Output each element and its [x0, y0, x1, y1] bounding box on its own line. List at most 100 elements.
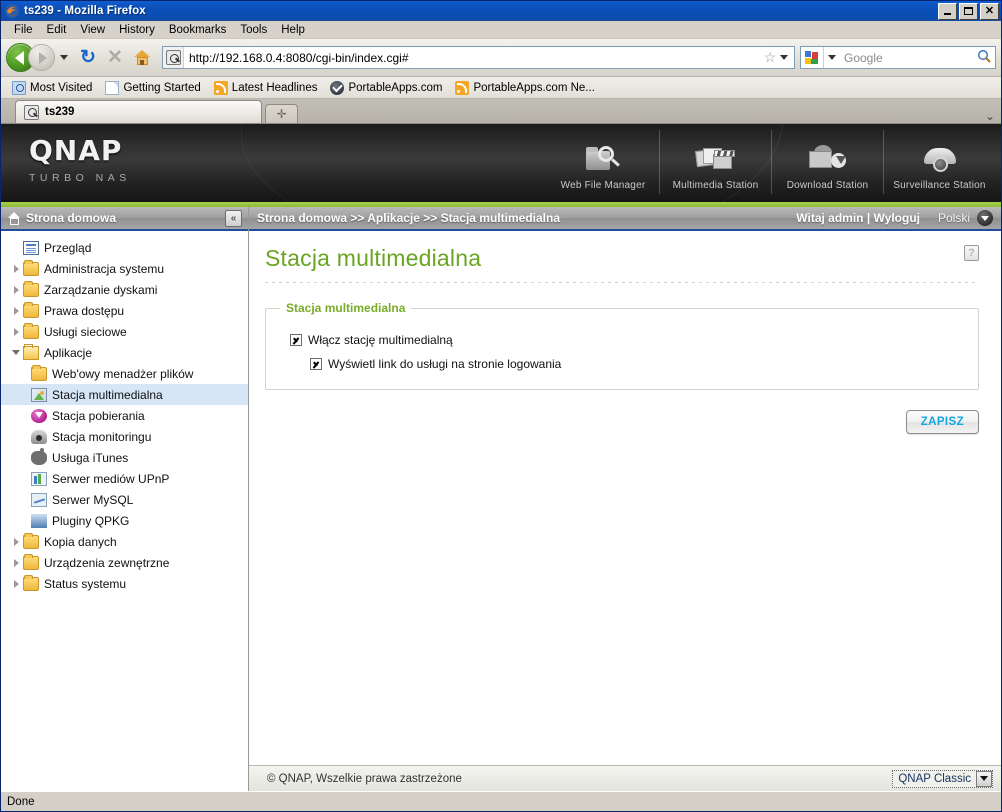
breadcrumb: Strona domowa >> Aplikacje >> Stacja mul… [257, 211, 560, 225]
language-dropdown-icon[interactable] [977, 210, 993, 226]
twisty-closed-icon[interactable] [9, 327, 23, 336]
bookmark-most-visited[interactable]: Most Visited [7, 80, 97, 96]
menu-help[interactable]: Help [274, 23, 312, 37]
sidebar-item-zarzadzanie-dyskami[interactable]: Zarządzanie dyskami [1, 279, 248, 300]
minimize-button[interactable] [938, 2, 957, 20]
page-title: Stacja multimedialna [265, 245, 482, 271]
sidebar-item-label: Urządzenia zewnętrzne [44, 555, 170, 570]
sidebar-item-urzadzenia-zewnetrzne[interactable]: Urządzenia zewnętrzne [1, 552, 248, 573]
sidebar-item-label: Status systemu [44, 576, 127, 591]
twisty-closed-icon[interactable] [9, 579, 23, 588]
search-bar[interactable]: Google [800, 46, 996, 69]
sidebar-header-label: Strona domowa [26, 211, 117, 225]
sidebar-item-serwer-mysql[interactable]: Serwer MySQL [1, 489, 248, 510]
home-button[interactable] [129, 45, 155, 71]
sidebar-item-przeglad[interactable]: Przegląd [1, 237, 248, 258]
bookmark-portableapps-news[interactable]: PortableApps.com Ne... [450, 80, 599, 96]
folder-icon [23, 322, 39, 339]
new-tab-button[interactable]: ✛ [265, 104, 298, 123]
history-dropdown-icon[interactable] [60, 55, 68, 60]
checkbox-icon[interactable] [290, 334, 302, 346]
checkbox-icon[interactable] [310, 358, 322, 370]
sidebar-collapse-button[interactable]: « [225, 209, 242, 227]
twisty-closed-icon[interactable] [9, 306, 23, 315]
theme-select[interactable]: QNAP Classic [892, 769, 993, 788]
menu-history[interactable]: History [112, 23, 162, 37]
bookmark-latest-headlines[interactable]: Latest Headlines [209, 80, 323, 96]
site-identity-icon[interactable] [163, 47, 184, 68]
search-input[interactable]: Google [840, 51, 973, 65]
twisty-closed-icon[interactable] [9, 285, 23, 294]
qpkg-icon [31, 513, 47, 528]
save-button[interactable]: ZAPISZ [905, 410, 979, 434]
window-controls: ✕ [938, 2, 999, 20]
banner-link-label: Surveillance Station [893, 180, 986, 191]
sidebar-item-label: Prawa dostępu [44, 303, 125, 318]
sidebar-item-prawa-dostepu[interactable]: Prawa dostępu [1, 300, 248, 321]
page-icon [105, 80, 120, 95]
checkbox-enable-multimedia-station[interactable]: Włącz stację multimedialną [290, 333, 964, 347]
home-icon [133, 50, 151, 65]
menu-file[interactable]: File [7, 23, 40, 37]
sidebar-item-label: Usługa iTunes [52, 450, 129, 465]
sidebar-item-stacja-monitoringu[interactable]: Stacja monitoringu [1, 426, 248, 447]
twisty-open-icon[interactable] [9, 350, 23, 355]
action-row: ZAPISZ [265, 410, 979, 434]
google-icon[interactable] [801, 47, 824, 68]
menu-view[interactable]: View [73, 23, 112, 37]
firefox-icon [4, 3, 20, 19]
browser-window: ts239 - Mozilla Firefox ✕ File Edit View… [0, 0, 1002, 812]
sidebar-item-label: Usługi sieciowe [44, 324, 127, 339]
menu-tools[interactable]: Tools [233, 23, 274, 37]
banner-link-multimedia-station[interactable]: Multimedia Station [659, 130, 771, 194]
menu-bookmarks[interactable]: Bookmarks [162, 23, 234, 37]
twisty-closed-icon[interactable] [9, 558, 23, 567]
download-icon [31, 408, 47, 423]
sidebar-item-webowy-menadzer-plikow[interactable]: Web'owy menadżer plików [1, 363, 248, 384]
url-input[interactable]: http://192.168.0.4:8080/cgi-bin/index.cg… [184, 51, 760, 65]
banner-link-web-file-manager[interactable]: Web File Manager [547, 130, 659, 194]
page-viewport: QNAP TURBO NAS Web File Manager Multimed… [1, 124, 1001, 791]
close-button[interactable]: ✕ [980, 2, 999, 20]
sidebar-item-kopia-danych[interactable]: Kopia danych [1, 531, 248, 552]
sidebar-item-stacja-pobierania[interactable]: Stacja pobierania [1, 405, 248, 426]
sidebar-item-uslugi-sieciowe[interactable]: Usługi sieciowe [1, 321, 248, 342]
sidebar-item-aplikacje[interactable]: Aplikacje [1, 342, 248, 363]
sidebar-header: Strona domowa « [1, 207, 248, 231]
twisty-closed-icon[interactable] [9, 537, 23, 546]
banner-link-surveillance-station[interactable]: Surveillance Station [883, 130, 995, 194]
bookmark-portableapps[interactable]: PortableApps.com [325, 80, 447, 96]
qnap-wordmark: QNAP [29, 134, 123, 167]
tab-ts239[interactable]: ts239 [15, 100, 262, 123]
maximize-button[interactable] [959, 2, 978, 20]
sidebar-item-administracja-systemu[interactable]: Administracja systemu [1, 258, 248, 279]
bookmark-label: PortableApps.com [348, 81, 443, 94]
sidebar-item-stacja-multimedialna[interactable]: Stacja multimedialna [1, 384, 248, 405]
forward-button[interactable] [28, 44, 55, 71]
sidebar-item-label: Pluginy QPKG [52, 513, 130, 528]
url-bar[interactable]: http://192.168.0.4:8080/cgi-bin/index.cg… [162, 46, 795, 69]
url-dropdown-icon[interactable] [780, 55, 788, 60]
twisty-closed-icon[interactable] [9, 264, 23, 273]
banner-link-download-station[interactable]: Download Station [771, 130, 883, 194]
menu-edit[interactable]: Edit [40, 23, 74, 37]
search-magnifier-icon[interactable] [973, 49, 995, 66]
window-title: ts239 - Mozilla Firefox [24, 5, 146, 17]
bookmark-getting-started[interactable]: Getting Started [100, 80, 205, 96]
bookmark-star-icon[interactable]: ☆ [760, 49, 780, 66]
chevron-down-icon[interactable] [976, 770, 992, 787]
folder-icon [23, 553, 39, 570]
sidebar-item-status-systemu[interactable]: Status systemu [1, 573, 248, 594]
sidebar-item-usluga-itunes[interactable]: Usługa iTunes [1, 447, 248, 468]
navigation-toolbar: ↻ ✕ http://192.168.0.4:8080/cgi-bin/inde… [1, 39, 1001, 77]
list-all-tabs-icon[interactable]: ⌄ [979, 109, 1001, 123]
checkbox-show-login-link[interactable]: Wyświetl link do usługi na stronie logow… [310, 357, 964, 371]
welcome-logout[interactable]: Witaj admin | Wyloguj [796, 211, 920, 225]
reload-button[interactable]: ↻ [75, 45, 101, 71]
search-engine-dropdown-icon[interactable] [828, 55, 836, 60]
sidebar-item-pluginy-qpkg[interactable]: Pluginy QPKG [1, 510, 248, 531]
help-button[interactable]: ? [964, 245, 979, 261]
main-split: Strona domowa « Przegląd Administracja s… [1, 207, 1001, 791]
stop-button[interactable]: ✕ [102, 45, 128, 71]
sidebar-item-serwer-mediow-upnp[interactable]: Serwer mediów UPnP [1, 468, 248, 489]
